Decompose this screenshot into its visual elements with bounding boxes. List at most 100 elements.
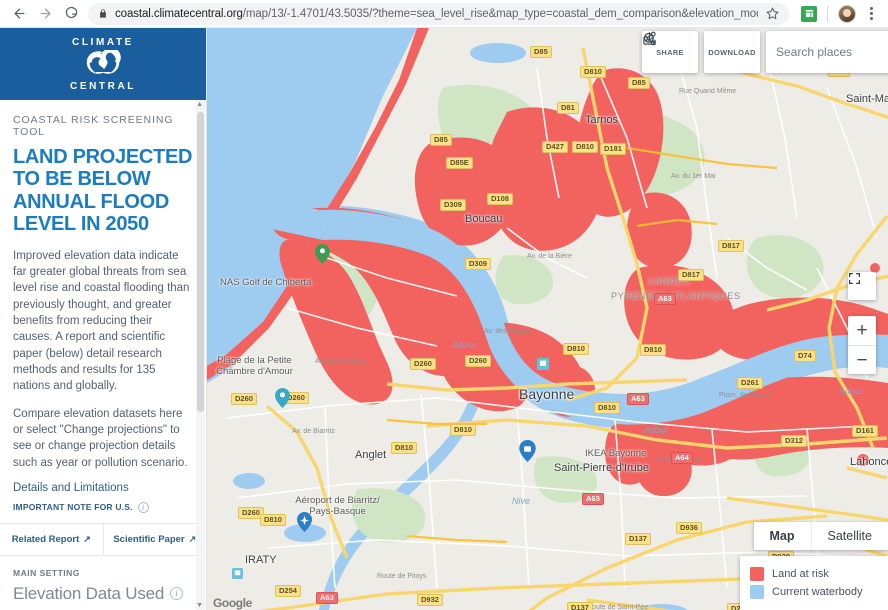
road-shield-d81: D81 xyxy=(557,102,579,114)
legend-swatch-waterbody xyxy=(750,585,764,599)
legend-item-current-waterbody: Current waterbody xyxy=(750,583,876,601)
back-button[interactable] xyxy=(6,1,32,27)
zoom-in-button[interactable]: + xyxy=(848,316,876,345)
road-shield-d810: D810 xyxy=(260,514,286,526)
road-shield-d108: D108 xyxy=(487,193,513,205)
page-title: LAND PROJECTED TO BE BELOW ANNUAL FLOOD … xyxy=(13,146,193,236)
intro-paragraph-2: Compare elevation datasets here or selec… xyxy=(13,407,188,469)
road-shield-d261: D261 xyxy=(737,377,763,389)
details-and-limitations-link[interactable]: Details and Limitations xyxy=(13,482,193,494)
road-shield-d181: D181 xyxy=(600,143,626,155)
road-shield-d74: D74 xyxy=(794,350,816,362)
road-shield-a64: A64 xyxy=(671,452,693,464)
zoom-out-button[interactable]: − xyxy=(848,345,876,374)
road-shield-d810: D810 xyxy=(572,141,598,153)
back-arrow-icon xyxy=(14,8,24,19)
legend-swatch-land-at-risk xyxy=(750,567,764,581)
road-shield-d254: D254 xyxy=(275,585,301,597)
road-shield-a63: A63 xyxy=(627,393,649,405)
search-placeholder: Search places xyxy=(776,45,853,59)
search-icon xyxy=(643,32,656,45)
reload-button[interactable] xyxy=(58,1,84,27)
road-shield-d810: D810 xyxy=(450,424,476,436)
scientific-paper-label: Scientific Paper xyxy=(113,533,185,545)
road-shield-d810: D810 xyxy=(391,442,417,454)
road-shield-d810: D810 xyxy=(594,402,620,414)
road-shield-d85: D85 xyxy=(530,46,552,58)
star-icon[interactable] xyxy=(758,7,779,20)
sidebar-scroll-area: COASTAL RISK SCREENING TOOL LAND PROJECT… xyxy=(0,100,206,610)
legend-item-land-at-risk: Land at risk xyxy=(750,565,876,583)
page-body: CLIMATE CENTRAL COASTAL RISK SCREENING T… xyxy=(0,28,888,610)
forward-button[interactable] xyxy=(32,1,58,27)
road-shield-d817: D817 xyxy=(678,269,704,281)
legend-label-waterbody: Current waterbody xyxy=(772,586,863,598)
extension-icon[interactable] xyxy=(801,5,817,22)
scientific-paper-button[interactable]: Scientific Paper ↗︎ xyxy=(102,523,207,555)
road-shield-d309: D309 xyxy=(440,199,466,211)
road-shield-d85: D85 xyxy=(628,77,650,89)
road-shield-d810: D810 xyxy=(640,344,666,356)
road-shield-a63: A63 xyxy=(316,592,338,604)
url-text: coastal.climatecentral.org/map/13/-1.470… xyxy=(115,8,758,20)
lock-icon xyxy=(98,8,108,19)
download-button[interactable]: DOWNLOAD xyxy=(643,31,760,73)
sidebar-scrollbar[interactable]: ▲ ▼ xyxy=(196,100,205,610)
road-shield-a63: A63 xyxy=(654,293,676,305)
scrollbar-thumb[interactable] xyxy=(197,112,204,412)
road-shield-d85: D85 xyxy=(430,134,452,146)
scroll-up-icon[interactable]: ▲ xyxy=(196,101,203,108)
road-shield-d260: D260 xyxy=(231,393,257,405)
address-bar[interactable]: coastal.climatecentral.org/map/13/-1.470… xyxy=(88,2,789,25)
share-label: SHARE xyxy=(656,47,684,57)
avatar[interactable] xyxy=(838,4,856,23)
road-shield-d817: D817 xyxy=(718,240,744,252)
toolbar-divider xyxy=(827,5,828,22)
info-icon[interactable]: i xyxy=(170,587,184,601)
us-note-row[interactable]: IMPORTANT NOTE FOR U.S. i xyxy=(13,501,193,513)
scroll-down-icon[interactable]: ▼ xyxy=(196,602,203,609)
map-canvas[interactable]: Bayonne Boucau Anglet Tarnos Lahonce Saint-Ma… xyxy=(207,28,888,610)
forward-arrow-icon xyxy=(40,8,50,19)
map-legend: Land at risk Current waterbody xyxy=(740,556,888,610)
sidebar: CLIMATE CENTRAL COASTAL RISK SCREENING T… xyxy=(0,28,207,610)
info-icon[interactable]: i xyxy=(137,501,149,513)
climate-central-logo-icon xyxy=(70,47,136,80)
google-attribution: Google xyxy=(213,596,252,610)
brand-logo[interactable]: CLIMATE CENTRAL xyxy=(0,28,206,100)
setting-title-label: Elevation Data Used xyxy=(13,583,165,603)
main-setting-section: MAIN SETTING Elevation Data Used i Coast… xyxy=(0,556,206,610)
logo-text-bottom: CENTRAL xyxy=(70,80,136,92)
external-link-icon: ↗︎ xyxy=(83,533,91,544)
elevation-data-heading: Elevation Data Used i xyxy=(13,584,193,604)
resource-button-row: Related Report ↗︎ Scientific Paper ↗︎ xyxy=(0,522,207,556)
url-path: /map/13/-1.4701/43.5035/?theme=sea_level… xyxy=(242,7,758,20)
map-type-toggle: Map Satellite xyxy=(753,522,888,550)
road-shield-d260: D260 xyxy=(465,355,491,367)
road-shield-d161: D161 xyxy=(852,425,878,437)
fullscreen-icon xyxy=(848,272,861,285)
map-type-satellite[interactable]: Satellite xyxy=(810,522,888,550)
road-shield-d312: D312 xyxy=(781,435,807,447)
tool-eyebrow: COASTAL RISK SCREENING TOOL xyxy=(13,114,174,138)
intro-paragraph-1: Improved elevation data indicate far gre… xyxy=(13,249,190,393)
road-shield-d137: D137 xyxy=(567,602,593,610)
related-report-button[interactable]: Related Report ↗︎ xyxy=(0,524,103,555)
map-top-controls: SHARE DOWNLOAD Search places xyxy=(642,31,888,73)
url-host: coastal.climatecentral.org xyxy=(115,7,243,20)
reload-icon xyxy=(65,6,77,19)
road-shield-d85e: D85E xyxy=(446,157,473,169)
map-type-map[interactable]: Map xyxy=(754,522,811,550)
logo-text-top: CLIMATE xyxy=(72,36,134,48)
related-report-label: Related Report xyxy=(11,533,80,545)
road-shield-d427: D427 xyxy=(542,141,568,153)
legend-label-land-at-risk: Land at risk xyxy=(772,568,829,580)
road-shield-d810: D810 xyxy=(580,66,606,78)
road-shield-d932: D932 xyxy=(417,594,443,606)
fullscreen-button[interactable] xyxy=(848,272,876,300)
road-shield-d936: D936 xyxy=(676,522,702,534)
us-note-label: IMPORTANT NOTE FOR U.S. xyxy=(13,502,133,513)
main-setting-eyebrow: MAIN SETTING xyxy=(13,567,80,578)
search-input[interactable]: Search places xyxy=(643,31,888,73)
kebab-menu-icon[interactable] xyxy=(862,7,880,20)
